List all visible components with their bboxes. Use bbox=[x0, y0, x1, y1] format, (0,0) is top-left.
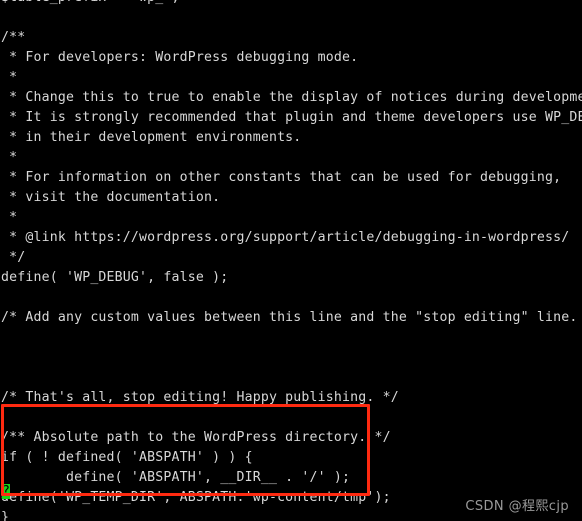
code-line: /* That's all, stop editing! Happy publi… bbox=[1, 390, 399, 405]
code-line: * in their development environments. bbox=[1, 130, 302, 145]
code-line: * bbox=[1, 70, 18, 85]
code-line: * It is strongly recommended that plugin… bbox=[1, 110, 582, 125]
code-line: * bbox=[1, 210, 18, 225]
code-line: * visit the documentation. bbox=[1, 190, 221, 205]
code-line: if ( ! defined( 'ABSPATH' ) ) { bbox=[1, 450, 253, 465]
code-line: /* Add any custom values between this li… bbox=[1, 310, 582, 325]
code-line: /** bbox=[1, 30, 26, 45]
code-line: * @link https://wordpress.org/support/ar… bbox=[1, 230, 570, 245]
terminal-screen: $table_prefix = 'wp_'; /** * For develop… bbox=[0, 0, 582, 521]
code-line: * For information on other constants tha… bbox=[1, 170, 562, 185]
code-line: $table_prefix = 'wp_'; bbox=[0, 0, 582, 8]
code-line: */ bbox=[1, 250, 26, 265]
code-line: define( 'WP_DEBUG', false ); bbox=[1, 270, 229, 285]
csdn-watermark: CSDN @程熙cjp bbox=[465, 499, 569, 514]
text-cursor-char: ? bbox=[2, 484, 10, 499]
code-editor-buffer[interactable]: $table_prefix = 'wp_'; /** * For develop… bbox=[0, 0, 582, 521]
code-line: /** Absolute path to the WordPress direc… bbox=[1, 430, 391, 445]
code-line: define( 'ABSPATH', __DIR__ . '/' ); bbox=[1, 470, 351, 485]
code-line: * bbox=[1, 150, 18, 165]
code-line: * Change this to true to enable the disp… bbox=[1, 90, 582, 105]
code-line: * For developers: WordPress debugging mo… bbox=[1, 50, 359, 65]
